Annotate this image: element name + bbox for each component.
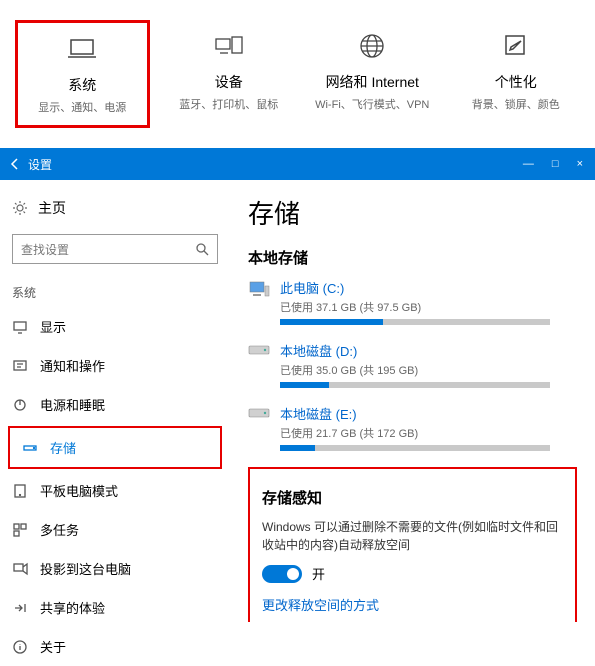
drive-name: 本地磁盘 (E:) xyxy=(280,404,550,423)
card-title: 系统 xyxy=(68,75,96,95)
notif-icon xyxy=(12,358,30,374)
sidebar-item-storage[interactable]: 存储 xyxy=(8,426,222,469)
drive-usage: 已使用 35.0 GB (共 195 GB) xyxy=(280,362,550,378)
tablet-icon xyxy=(12,483,30,499)
power-icon xyxy=(12,397,30,413)
settings-category-cards: 系统 显示、通知、电源 设备 蓝牙、打印机、鼠标 网络和 Internet Wi… xyxy=(0,0,595,148)
sidebar-item-label: 投影到这台电脑 xyxy=(40,559,131,578)
storage-sense-section: 存储感知 Windows 可以通过删除不需要的文件(例如临时文件和回收站中的内容… xyxy=(248,467,577,622)
close-button[interactable]: × xyxy=(577,158,583,170)
card-subtitle: 显示、通知、电源 xyxy=(38,99,126,115)
sidebar-item-label: 通知和操作 xyxy=(40,356,105,375)
card-devices[interactable]: 设备 蓝牙、打印机、鼠标 xyxy=(165,20,294,128)
sidebar-home[interactable]: 主页 xyxy=(0,190,230,226)
card-system[interactable]: 系统 显示、通知、电源 xyxy=(15,20,150,128)
sidebar-group-title: 系统 xyxy=(0,278,230,307)
home-label: 主页 xyxy=(38,198,66,218)
sidebar-item-multitask[interactable]: 多任务 xyxy=(0,510,230,549)
card-title: 设备 xyxy=(215,72,243,92)
drive-icon xyxy=(248,343,270,359)
card-subtitle: 蓝牙、打印机、鼠标 xyxy=(179,96,278,112)
storage-icon xyxy=(22,440,40,456)
share-icon xyxy=(12,600,30,616)
sidebar-item-label: 关于 xyxy=(40,637,66,656)
maximize-button[interactable]: □ xyxy=(552,158,559,170)
globe-icon xyxy=(356,30,388,62)
sidebar-item-label: 多任务 xyxy=(40,520,79,539)
card-title: 个性化 xyxy=(495,72,537,92)
card-subtitle: 背景、锁屏、颜色 xyxy=(472,96,560,112)
gear-icon xyxy=(12,200,28,216)
main-content: 存储 本地存储 此电脑 (C:) 已使用 37.1 GB (共 97.5 GB) 本… xyxy=(230,180,595,622)
drive-icon xyxy=(248,406,270,422)
sidebar-item-tablet[interactable]: 平板电脑模式 xyxy=(0,471,230,510)
storage-sense-header: 存储感知 xyxy=(262,487,563,508)
drive-item[interactable]: 本地磁盘 (E:) 已使用 21.7 GB (共 172 GB) xyxy=(248,404,577,451)
sidebar-item-project[interactable]: 投影到这台电脑 xyxy=(0,549,230,588)
drive-item[interactable]: 本地磁盘 (D:) 已使用 35.0 GB (共 195 GB) xyxy=(248,341,577,388)
storage-sense-description: Windows 可以通过删除不需要的文件(例如临时文件和回收站中的内容)自动释放… xyxy=(262,518,563,554)
card-network[interactable]: 网络和 Internet Wi-Fi、飞行模式、VPN xyxy=(308,20,437,128)
info-icon xyxy=(12,639,30,655)
sidebar-item-notif[interactable]: 通知和操作 xyxy=(0,346,230,385)
usage-bar xyxy=(280,445,550,451)
card-subtitle: Wi-Fi、飞行模式、VPN xyxy=(315,96,429,112)
sidebar: 主页 查找设置 系统 显示通知和操作电源和睡眠存储平板电脑模式多任务投影到这台电… xyxy=(0,180,230,622)
back-icon[interactable] xyxy=(8,157,22,171)
window-buttons: — □ × xyxy=(523,158,587,170)
sidebar-item-info[interactable]: 关于 xyxy=(0,627,230,666)
local-storage-header: 本地存储 xyxy=(248,247,577,268)
sidebar-item-label: 共享的体验 xyxy=(40,598,105,617)
sidebar-item-display[interactable]: 显示 xyxy=(0,307,230,346)
drive-name: 本地磁盘 (D:) xyxy=(280,341,550,360)
card-personalization[interactable]: 个性化 背景、锁屏、颜色 xyxy=(452,20,581,128)
drive-usage: 已使用 37.1 GB (共 97.5 GB) xyxy=(280,299,550,315)
search-placeholder: 查找设置 xyxy=(21,241,69,258)
pen-icon xyxy=(500,30,532,62)
window-title: 设置 xyxy=(28,156,523,173)
toggle-label: 开 xyxy=(312,564,325,583)
drive-icon xyxy=(248,280,270,296)
usage-bar xyxy=(280,382,550,388)
sidebar-item-power[interactable]: 电源和睡眠 xyxy=(0,385,230,424)
change-free-space-link[interactable]: 更改释放空间的方式 xyxy=(262,595,563,614)
multitask-icon xyxy=(12,522,30,538)
display-icon xyxy=(12,319,30,335)
drive-item[interactable]: 此电脑 (C:) 已使用 37.1 GB (共 97.5 GB) xyxy=(248,278,577,325)
laptop-icon xyxy=(66,33,98,65)
page-title: 存储 xyxy=(248,194,577,231)
drive-name: 此电脑 (C:) xyxy=(280,278,550,297)
sidebar-item-label: 平板电脑模式 xyxy=(40,481,118,500)
devices-icon xyxy=(213,30,245,62)
drive-usage: 已使用 21.7 GB (共 172 GB) xyxy=(280,425,550,441)
card-title: 网络和 Internet xyxy=(326,72,419,92)
usage-bar xyxy=(280,319,550,325)
sidebar-item-label: 存储 xyxy=(50,438,76,457)
search-input[interactable]: 查找设置 xyxy=(12,234,218,264)
storage-sense-toggle[interactable] xyxy=(262,565,302,583)
sidebar-item-label: 电源和睡眠 xyxy=(40,395,105,414)
project-icon xyxy=(12,561,30,577)
window-titlebar: 设置 — □ × xyxy=(0,148,595,180)
sidebar-item-label: 显示 xyxy=(40,317,66,336)
minimize-button[interactable]: — xyxy=(523,158,534,170)
search-icon xyxy=(195,242,209,256)
